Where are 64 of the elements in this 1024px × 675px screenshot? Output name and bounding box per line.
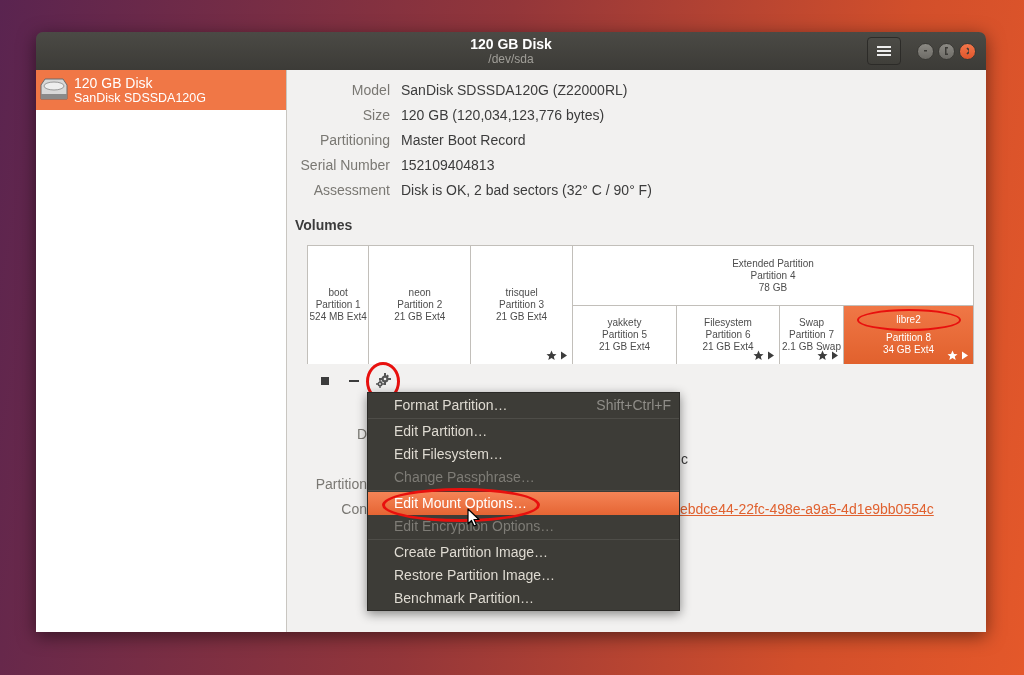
window-title: 120 GB Disk	[470, 36, 552, 52]
partition-name: yakkety	[607, 317, 642, 329]
maximize-button[interactable]	[938, 42, 955, 60]
partition-number: Partition 3	[499, 299, 545, 311]
volume-segment[interactable]: Swap Partition 7 2.1 GB Swap	[779, 306, 843, 364]
window-subtitle: /dev/sda	[488, 52, 534, 67]
partition-number: Partition 7	[789, 329, 834, 341]
partition-name: Extended Partition	[732, 257, 814, 270]
menu-button[interactable]	[867, 37, 901, 65]
partition-number: Partition 2	[397, 299, 443, 311]
field-label: Con	[340, 500, 367, 519]
field-value: 152109404813	[401, 156, 496, 175]
partition-number: Partition 4	[750, 269, 796, 282]
star-play-icon[interactable]	[753, 350, 775, 361]
menu-item[interactable]: Edit Partition…	[368, 420, 679, 443]
field-label: Model	[350, 81, 390, 100]
partition-number: Partition 6	[705, 329, 751, 341]
disk-title: 120 GB Disk	[74, 74, 154, 91]
maximize-icon	[945, 47, 948, 55]
minimize-button[interactable]	[917, 42, 934, 60]
menu-item[interactable]: Format Partition… Shift+Ctrl+F	[368, 394, 679, 417]
menu-item[interactable]: Edit Filesystem…	[368, 443, 679, 466]
star-play-icon[interactable]	[546, 350, 568, 361]
partition-size: 21 GB Ext4	[702, 341, 754, 353]
close-button[interactable]	[959, 42, 976, 60]
field-value: Master Boot Record	[401, 131, 527, 150]
disk-model: SanDisk SDSSDA120G	[74, 90, 206, 106]
field-label: Partition	[314, 475, 367, 494]
close-icon	[966, 47, 969, 55]
partition-number: Partition 5	[602, 329, 647, 341]
field-value: c	[681, 451, 688, 467]
field-value: Disk is OK, 2 bad sectors (32° C / 90° F)	[401, 181, 653, 200]
partition-name: neon	[408, 287, 431, 299]
partition-name: libre2	[896, 314, 921, 326]
field-label: Serial Number	[299, 156, 390, 175]
field-value: SanDisk SDSSDA120G (Z22000RL)	[401, 81, 629, 100]
partition-name: boot	[328, 287, 348, 299]
field-label: D	[355, 425, 367, 444]
field-value: 120 GB (120,034,123,776 bytes)	[401, 106, 606, 125]
partition-name: Swap	[799, 317, 824, 329]
menu-item[interactable]: Benchmark Partition…	[368, 587, 679, 610]
partition-size: 524 MB Ext4	[309, 311, 367, 323]
menu-icon	[877, 45, 891, 57]
partition-size: 78 GB	[758, 281, 788, 294]
star-play-icon[interactable]	[817, 350, 839, 361]
partition-size: 21 GB Ext4	[496, 311, 548, 323]
minimize-icon	[924, 50, 927, 52]
star-play-icon[interactable]	[947, 350, 969, 361]
field-label: Partitioning	[318, 131, 390, 150]
field-label: Assessment	[312, 181, 390, 200]
partition-name: Filesystem	[704, 317, 752, 329]
section-heading: Volumes	[294, 216, 354, 235]
partition-size: 21 GB Ext4	[598, 341, 651, 353]
partition-size: 34 GB Ext4	[882, 344, 935, 356]
gears-icon[interactable]	[375, 373, 391, 389]
menu-item[interactable]: Restore Partition Image…	[368, 564, 679, 587]
partition-name: trisquel	[505, 287, 538, 299]
shortcut-label: Shift+Ctrl+F	[596, 396, 671, 415]
partition-size: 2.1 GB Swap	[782, 341, 841, 353]
partition-number: Partition 1	[315, 299, 361, 311]
field-label: Size	[361, 106, 390, 125]
menu-item[interactable]: Create Partition Image…	[368, 541, 679, 564]
partition-size: 21 GB Ext4	[394, 311, 446, 323]
partition-number: Partition 8	[886, 332, 931, 344]
